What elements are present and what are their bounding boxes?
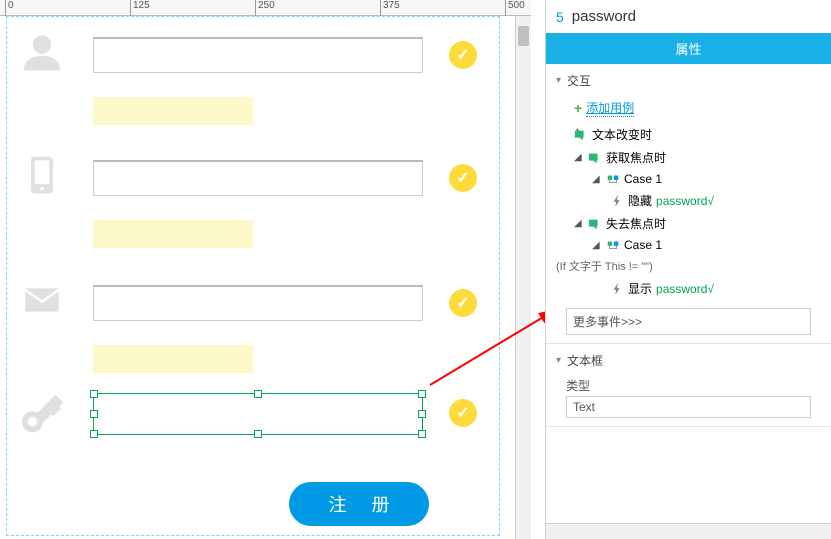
- event-icon: [588, 217, 602, 231]
- add-case-link[interactable]: + 添加用例: [574, 99, 821, 117]
- phone-check-icon: [449, 164, 477, 192]
- design-canvas[interactable]: 0 125 250 375 500: [0, 0, 531, 539]
- event-focus-lose[interactable]: ◢ 失去焦点时: [574, 212, 821, 235]
- phone-input[interactable]: [93, 160, 423, 196]
- action-hide[interactable]: 隐藏 password√: [610, 189, 821, 212]
- envelope-icon: [17, 275, 67, 325]
- phone-hint: [93, 220, 253, 248]
- chevron-down-icon: ▾: [556, 355, 561, 366]
- register-button[interactable]: 注 册: [289, 482, 429, 526]
- username-hint: [93, 97, 253, 125]
- password-input-selected[interactable]: [93, 393, 423, 435]
- page-boundary: 注 册: [6, 16, 500, 536]
- more-events-button[interactable]: 更多事件>>>: [566, 308, 811, 335]
- horizontal-scrollbar[interactable]: [546, 523, 831, 539]
- event-focus-gain[interactable]: ◢ 获取焦点时: [574, 146, 821, 169]
- password-check-icon: [449, 399, 477, 427]
- tab-properties[interactable]: 属性: [546, 33, 831, 64]
- email-input[interactable]: [93, 285, 423, 321]
- phone-icon: [17, 150, 67, 200]
- key-icon: [17, 391, 67, 441]
- expand-icon: ◢: [574, 218, 584, 229]
- resize-handle[interactable]: [90, 390, 98, 398]
- chevron-down-icon: ▾: [556, 75, 561, 86]
- case-icon: [606, 172, 620, 186]
- lightning-icon: [610, 282, 624, 296]
- email-hint: [93, 345, 253, 373]
- event-icon: [574, 128, 588, 142]
- interaction-header[interactable]: ▾ 交互: [556, 72, 821, 89]
- resize-handle[interactable]: [418, 430, 426, 438]
- event-icon: [588, 151, 602, 165]
- resize-handle[interactable]: [418, 390, 426, 398]
- textbox-section: ▾ 文本框 类型 Text: [546, 344, 831, 427]
- email-check-icon: [449, 289, 477, 317]
- lightning-icon: [610, 194, 624, 208]
- username-check-icon: [449, 41, 477, 69]
- interaction-section: ▾ 交互 + 添加用例 文本改变时 ◢ 获取焦点时 ◢ Case 1: [546, 64, 831, 344]
- resize-handle[interactable]: [90, 410, 98, 418]
- case-condition: (If 文字于 This != ""): [556, 255, 821, 277]
- resize-handle[interactable]: [90, 430, 98, 438]
- username-input[interactable]: [93, 37, 423, 73]
- user-icon: [17, 27, 67, 77]
- resize-handle[interactable]: [418, 410, 426, 418]
- case-node[interactable]: ◢ Case 1: [592, 235, 821, 255]
- type-select[interactable]: Text: [566, 396, 811, 418]
- element-name: password: [572, 8, 636, 25]
- case-icon: [606, 238, 620, 252]
- expand-icon: ◢: [574, 152, 584, 163]
- event-text-change[interactable]: 文本改变时: [574, 123, 821, 146]
- expand-icon: ◢: [592, 240, 602, 251]
- events-tree: 文本改变时 ◢ 获取焦点时 ◢ Case 1 隐藏 password√ ◢ 失去…: [556, 123, 821, 300]
- element-number: 5: [556, 9, 564, 25]
- case-node[interactable]: ◢ Case 1: [592, 169, 821, 189]
- plus-icon: +: [574, 100, 582, 116]
- horizontal-ruler: 0 125 250 375 500: [0, 0, 531, 16]
- resize-handle[interactable]: [254, 390, 262, 398]
- expand-icon: ◢: [592, 174, 602, 185]
- element-title: 5 password: [546, 0, 831, 33]
- vertical-scrollbar[interactable]: [515, 16, 531, 539]
- properties-panel: 5 password 属性 ▾ 交互 + 添加用例 文本改变时 ◢ 获取焦点时 …: [545, 0, 831, 539]
- resize-handle[interactable]: [254, 430, 262, 438]
- type-label: 类型: [566, 377, 811, 394]
- textbox-header[interactable]: ▾ 文本框: [556, 352, 821, 369]
- action-show[interactable]: 显示 password√: [610, 277, 821, 300]
